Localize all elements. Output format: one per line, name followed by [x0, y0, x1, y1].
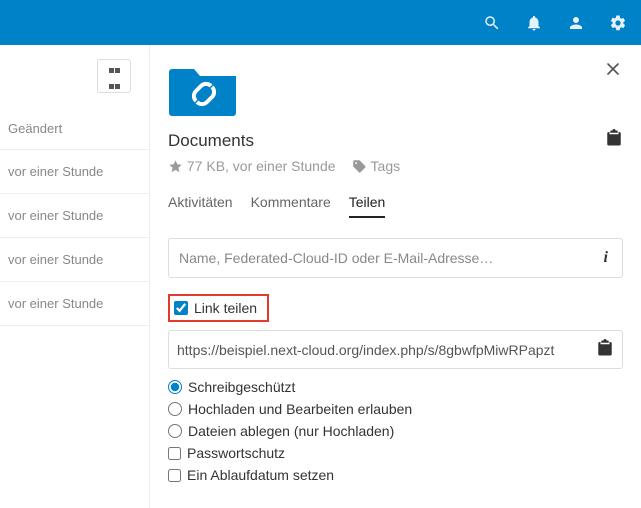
- file-title: Documents: [168, 131, 254, 151]
- column-header-modified: Geändert: [0, 93, 149, 150]
- share-url-input[interactable]: [177, 342, 596, 358]
- clipboard-icon[interactable]: [605, 129, 623, 152]
- tab-activities[interactable]: Aktivitäten: [168, 194, 233, 218]
- option-upload-edit[interactable]: Hochladen und Bearbeiten erlauben: [168, 401, 623, 417]
- close-icon[interactable]: [603, 59, 623, 82]
- tab-comments[interactable]: Kommentare: [251, 194, 331, 218]
- shared-folder-icon: [168, 59, 240, 119]
- tag-icon: [352, 159, 371, 174]
- copy-clipboard-icon[interactable]: [596, 339, 614, 360]
- details-panel: Documents 77 KB, vor einer Stunde Tags A…: [150, 45, 641, 508]
- share-link-highlight: Link teilen: [168, 294, 269, 322]
- file-list-sidebar: Geändert vor einer Stunde vor einer Stun…: [0, 45, 150, 508]
- tab-share[interactable]: Teilen: [349, 194, 386, 218]
- share-link-label: Link teilen: [194, 300, 257, 316]
- list-item[interactable]: vor einer Stunde: [0, 149, 149, 194]
- contacts-icon[interactable]: [567, 14, 585, 32]
- tabs: Aktivitäten Kommentare Teilen: [168, 194, 623, 218]
- option-expiration[interactable]: Ein Ablaufdatum setzen: [168, 467, 623, 483]
- share-search-input[interactable]: [179, 250, 600, 266]
- grid-view-toggle[interactable]: [97, 59, 131, 93]
- option-readonly[interactable]: Schreibgeschützt: [168, 379, 623, 395]
- list-item[interactable]: vor einer Stunde: [0, 237, 149, 282]
- notifications-icon[interactable]: [525, 14, 543, 32]
- share-url-field[interactable]: [168, 330, 623, 369]
- tags-label[interactable]: Tags: [371, 158, 401, 174]
- file-meta: 77 KB, vor einer Stunde: [187, 158, 336, 174]
- list-item[interactable]: vor einer Stunde: [0, 193, 149, 238]
- share-link-checkbox[interactable]: [174, 301, 188, 315]
- share-options: Schreibgeschützt Hochladen und Bearbeite…: [168, 379, 623, 483]
- option-password[interactable]: Passwortschutz: [168, 445, 623, 461]
- top-bar: [0, 0, 641, 45]
- list-item[interactable]: vor einer Stunde: [0, 281, 149, 326]
- favorite-star-icon[interactable]: [168, 159, 183, 174]
- info-icon[interactable]: i: [600, 249, 612, 267]
- search-icon[interactable]: [483, 14, 501, 32]
- option-file-drop[interactable]: Dateien ablegen (nur Hochladen): [168, 423, 623, 439]
- settings-gear-icon[interactable]: [609, 14, 627, 32]
- share-search-field[interactable]: i: [168, 238, 623, 278]
- grid-icon: [108, 60, 120, 92]
